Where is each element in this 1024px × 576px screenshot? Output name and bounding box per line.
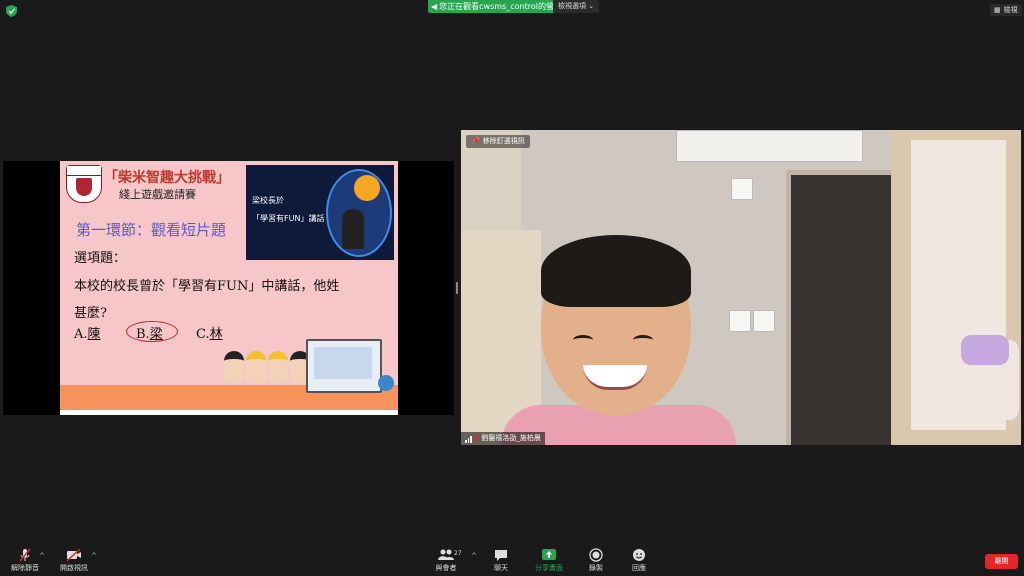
chat-label: 聊天 bbox=[494, 564, 508, 572]
viewing-banner-text: 您正在觀看cwsms_control的螢幕 bbox=[439, 2, 562, 11]
school-crest-icon bbox=[66, 165, 102, 203]
question-type: 選項題： bbox=[74, 251, 127, 266]
chat-icon bbox=[495, 550, 507, 561]
leave-meeting-button[interactable]: 離開 bbox=[985, 554, 1018, 569]
building-screen bbox=[314, 347, 372, 379]
video-label: 開啟視訊 bbox=[60, 564, 88, 572]
split-view-handle[interactable] bbox=[456, 282, 458, 294]
kid-3 bbox=[268, 351, 288, 383]
video-bg-socket bbox=[753, 310, 775, 332]
video-button[interactable]: 開啟視訊 bbox=[52, 548, 96, 574]
view-mode-button[interactable]: ▦ 檢視 bbox=[990, 4, 1022, 16]
participants-label: 與會者 bbox=[435, 564, 457, 572]
viewing-share-banner[interactable]: ◀ 您正在觀看cwsms_control的螢幕 bbox=[428, 0, 570, 13]
option-a: A.陳 bbox=[74, 327, 101, 342]
reactions-button[interactable]: 回應 bbox=[617, 548, 661, 574]
globe-icon bbox=[378, 375, 394, 391]
unpin-label: 移除釘選視訊 bbox=[482, 137, 525, 145]
share-screen-button[interactable]: 分享畫面 bbox=[527, 548, 571, 574]
grid-icon: ▦ bbox=[994, 6, 1001, 14]
record-button[interactable]: 錄製 bbox=[574, 548, 618, 574]
school-building-illustration bbox=[306, 339, 382, 393]
mic-muted-icon bbox=[19, 548, 31, 562]
round-title: 第一環節：觀看短片題 bbox=[76, 221, 227, 239]
video-bg-socket bbox=[729, 310, 751, 332]
person-eye bbox=[573, 335, 593, 345]
share-screen-icon bbox=[542, 549, 556, 560]
mute-options-caret[interactable]: ^ bbox=[39, 552, 45, 560]
person-hair bbox=[541, 235, 691, 307]
participants-count: 27 bbox=[454, 550, 462, 557]
reactions-label: 回應 bbox=[632, 564, 646, 572]
pin-icon: 📌 bbox=[471, 137, 480, 145]
mic-muted-icon: ▮ bbox=[474, 434, 479, 442]
video-bg-aircon bbox=[676, 130, 863, 162]
inset-caption-line1: 梁校長於 bbox=[252, 196, 284, 205]
participant-name-tag: ▮ 劉鑿禧洛劭_施柏晨 bbox=[461, 432, 545, 445]
slide-inset-image: 梁校長於 「學習有FUN」講話 bbox=[246, 165, 394, 260]
view-mode-label: 檢視 bbox=[1003, 6, 1018, 14]
slide-title: 「柴米智趣大挑戰」 bbox=[104, 170, 230, 186]
video-bg-switch bbox=[731, 178, 753, 200]
inset-speaker-figure bbox=[342, 209, 364, 249]
slide-footer-line bbox=[60, 410, 398, 415]
option-c: C.林 bbox=[196, 327, 223, 342]
record-label: 錄製 bbox=[589, 564, 603, 572]
video-bg-door bbox=[791, 175, 891, 445]
inset-caption-line2: 「學習有FUN」講話 bbox=[252, 214, 325, 223]
security-shield-icon[interactable] bbox=[6, 5, 17, 17]
share-screen-label: 分享畫面 bbox=[535, 564, 563, 572]
crest-shield bbox=[76, 178, 92, 196]
participant-video-tile[interactable]: 📌 移除釘選視訊 ▮ 劉鑿禧洛劭_施柏晨 bbox=[461, 130, 1021, 445]
mute-label: 解除靜音 bbox=[11, 564, 39, 572]
participant-name: 劉鑿禧洛劭_施柏晨 bbox=[481, 434, 541, 442]
slide-subtitle: 綫上遊戲邀請賽 bbox=[119, 188, 196, 201]
signal-strength-icon bbox=[465, 435, 472, 443]
kid-2 bbox=[246, 351, 266, 383]
question-line-2: 甚麼? bbox=[74, 306, 107, 321]
participants-options-caret[interactable]: ^ bbox=[471, 552, 477, 560]
video-off-icon bbox=[66, 548, 81, 562]
person-eye bbox=[633, 335, 653, 345]
record-icon bbox=[589, 548, 603, 562]
question-line-1: 本校的校長曾於「學習有FUN」中講話，他姓 bbox=[74, 279, 340, 294]
participants-icon bbox=[438, 549, 454, 560]
crest-banner bbox=[67, 166, 101, 176]
unpin-video-button[interactable]: 📌 移除釘選視訊 bbox=[466, 135, 530, 148]
chat-button[interactable]: 聊天 bbox=[479, 548, 523, 574]
kid-1 bbox=[224, 351, 244, 383]
video-bg-clothes bbox=[961, 335, 1009, 365]
inset-logo-icon bbox=[354, 175, 380, 201]
video-options-caret[interactable]: ^ bbox=[91, 552, 97, 560]
reactions-icon bbox=[633, 549, 645, 561]
shared-slide: 「柴米智趣大挑戰」 綫上遊戲邀請賽 梁校長於 「學習有FUN」講話 第一環節：觀… bbox=[60, 161, 398, 415]
speaker-icon: ◀ bbox=[431, 2, 438, 11]
cartoon-children-illustration bbox=[222, 351, 314, 383]
option-b: B.梁 bbox=[136, 327, 163, 342]
view-options-button[interactable]: 檢視選項 ⌄ bbox=[553, 0, 600, 13]
